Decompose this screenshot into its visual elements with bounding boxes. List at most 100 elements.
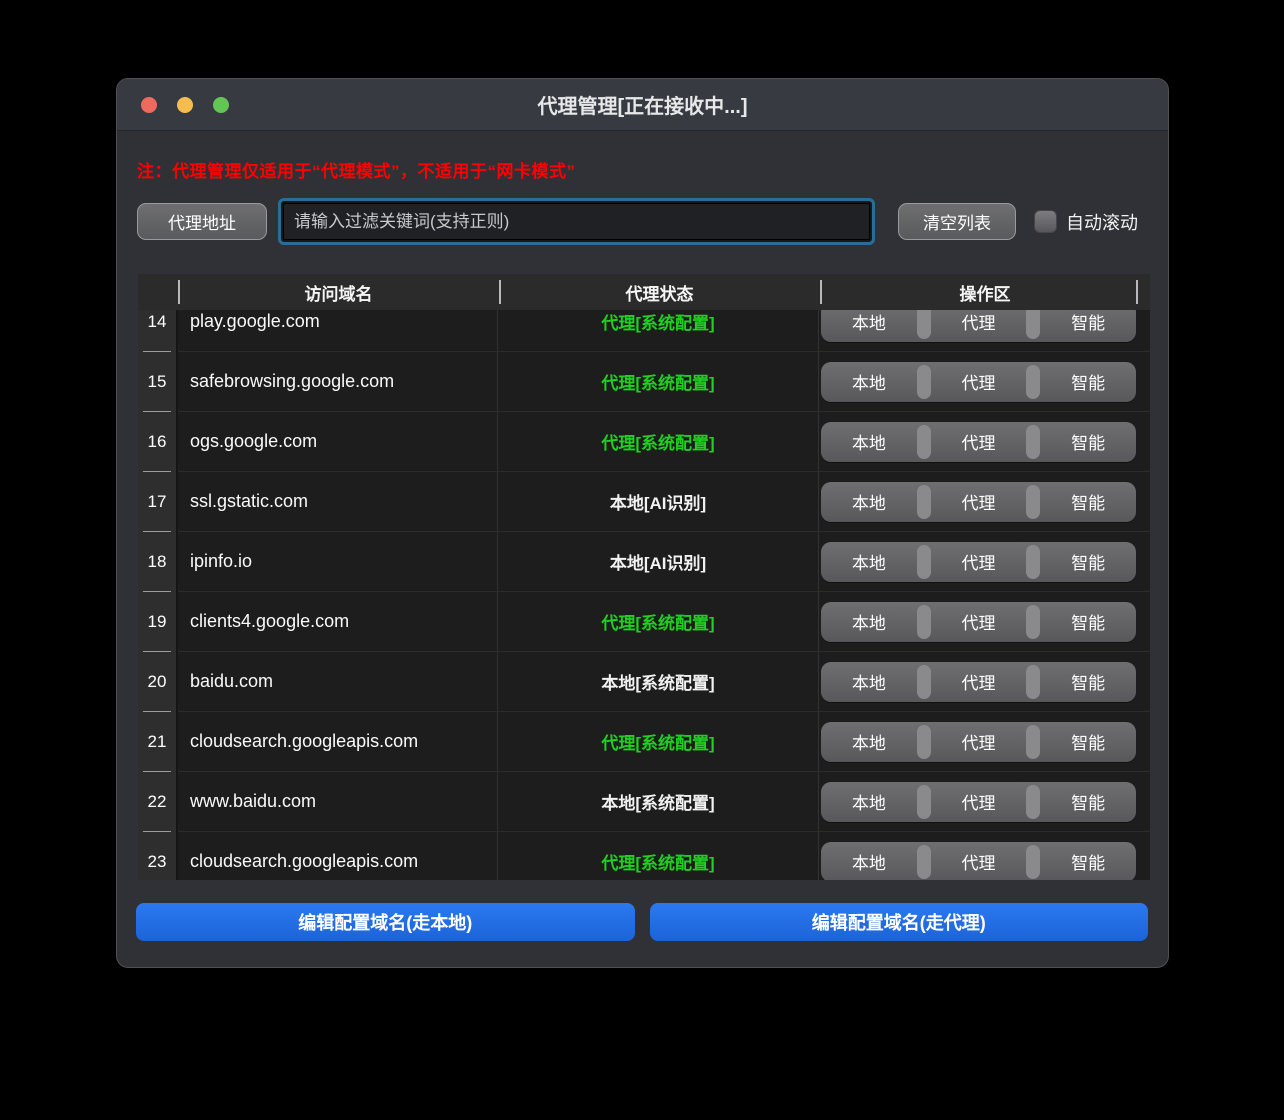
proxy-address-button[interactable]: 代理地址 bbox=[137, 203, 267, 240]
row-number: 17 bbox=[138, 472, 178, 532]
segment-divider-icon bbox=[1026, 485, 1040, 519]
proxy-status-cell: 代理[系统配置] bbox=[497, 412, 818, 472]
mode-proxy-button[interactable]: 代理 bbox=[931, 842, 1027, 881]
segment-divider-icon bbox=[1026, 365, 1040, 399]
mode-proxy-button[interactable]: 代理 bbox=[931, 542, 1027, 582]
traffic-lights bbox=[141, 97, 229, 113]
edit-local-domains-button[interactable]: 编辑配置域名(走本地) bbox=[136, 903, 635, 941]
mode-local-button[interactable]: 本地 bbox=[821, 602, 917, 642]
segment-divider-icon bbox=[917, 425, 931, 459]
row-number: 16 bbox=[138, 412, 178, 472]
table-scroll-viewport[interactable]: 14 play.google.com 代理[系统配置] 本地 代理 智能 15 … bbox=[138, 310, 1150, 880]
proxy-status-cell: 本地[AI识别] bbox=[497, 472, 818, 532]
header-divider bbox=[820, 280, 822, 304]
title-bar[interactable]: 代理管理[正在接收中...] bbox=[117, 79, 1168, 131]
mode-local-button[interactable]: 本地 bbox=[821, 662, 917, 702]
segment-divider-icon bbox=[1026, 845, 1040, 879]
mode-proxy-button[interactable]: 代理 bbox=[931, 362, 1027, 402]
segment-divider-icon bbox=[1026, 605, 1040, 639]
proxy-status-cell: 代理[系统配置] bbox=[497, 352, 818, 412]
table-row: 19 clients4.google.com 代理[系统配置] 本地 代理 智能 bbox=[138, 592, 1150, 652]
header-divider bbox=[499, 280, 501, 304]
segment-divider-icon bbox=[917, 725, 931, 759]
segment-divider-icon bbox=[1026, 665, 1040, 699]
mode-local-button[interactable]: 本地 bbox=[821, 782, 917, 822]
proxy-status-cell: 本地[系统配置] bbox=[497, 772, 818, 832]
bottom-actions: 编辑配置域名(走本地) 编辑配置域名(走代理) bbox=[136, 903, 1148, 941]
header-divider bbox=[1136, 280, 1138, 304]
mode-smart-button[interactable]: 智能 bbox=[1040, 722, 1136, 762]
mode-smart-button[interactable]: 智能 bbox=[1040, 662, 1136, 702]
proxy-status-cell: 代理[系统配置] bbox=[497, 712, 818, 772]
mode-smart-button[interactable]: 智能 bbox=[1040, 782, 1136, 822]
autoscroll-checkbox[interactable] bbox=[1034, 210, 1057, 233]
segment-divider-icon bbox=[1026, 785, 1040, 819]
edit-proxy-domains-button[interactable]: 编辑配置域名(走代理) bbox=[650, 903, 1149, 941]
mode-smart-button[interactable]: 智能 bbox=[1040, 602, 1136, 642]
segment-divider-icon bbox=[917, 545, 931, 579]
header-row-number bbox=[138, 274, 178, 310]
mode-proxy-button[interactable]: 代理 bbox=[931, 482, 1027, 522]
mode-smart-button[interactable]: 智能 bbox=[1040, 542, 1136, 582]
mode-segmented-control: 本地 代理 智能 bbox=[821, 662, 1136, 702]
proxy-status-cell: 代理[系统配置] bbox=[497, 832, 818, 880]
domain-cell: cloudsearch.googleapis.com bbox=[178, 712, 497, 772]
table-row: 17 ssl.gstatic.com 本地[AI识别] 本地 代理 智能 bbox=[138, 472, 1150, 532]
mode-segmented-control: 本地 代理 智能 bbox=[821, 602, 1136, 642]
table-row: 22 www.baidu.com 本地[系统配置] 本地 代理 智能 bbox=[138, 772, 1150, 832]
header-proxy-status: 代理状态 bbox=[499, 274, 820, 310]
filter-keyword-input[interactable] bbox=[283, 203, 870, 240]
clear-list-button[interactable]: 清空列表 bbox=[898, 203, 1016, 240]
domain-cell: www.baidu.com bbox=[178, 772, 497, 832]
mode-local-button[interactable]: 本地 bbox=[821, 842, 917, 881]
table-row: 21 cloudsearch.googleapis.com 代理[系统配置] 本… bbox=[138, 712, 1150, 772]
row-number: 23 bbox=[138, 832, 178, 880]
segment-divider-icon bbox=[917, 365, 931, 399]
minimize-button[interactable] bbox=[177, 97, 193, 113]
proxy-status-cell: 本地[AI识别] bbox=[497, 532, 818, 592]
mode-local-button[interactable]: 本地 bbox=[821, 482, 917, 522]
zoom-button[interactable] bbox=[213, 97, 229, 113]
autoscroll-label: 自动滚动 bbox=[1066, 209, 1138, 235]
mode-local-button[interactable]: 本地 bbox=[821, 542, 917, 582]
mode-proxy-button[interactable]: 代理 bbox=[931, 602, 1027, 642]
mode-smart-button[interactable]: 智能 bbox=[1040, 310, 1136, 342]
proxy-status-cell: 代理[系统配置] bbox=[497, 310, 818, 352]
mode-proxy-button[interactable]: 代理 bbox=[931, 310, 1027, 342]
close-button[interactable] bbox=[141, 97, 157, 113]
domain-cell: play.google.com bbox=[178, 310, 497, 352]
mode-proxy-button[interactable]: 代理 bbox=[931, 722, 1027, 762]
header-domain: 访问域名 bbox=[178, 274, 499, 310]
mode-proxy-button[interactable]: 代理 bbox=[931, 782, 1027, 822]
mode-smart-button[interactable]: 智能 bbox=[1040, 842, 1136, 881]
mode-proxy-button[interactable]: 代理 bbox=[931, 662, 1027, 702]
proxy-status-cell: 代理[系统配置] bbox=[497, 592, 818, 652]
mode-local-button[interactable]: 本地 bbox=[821, 722, 917, 762]
table-row: 20 baidu.com 本地[系统配置] 本地 代理 智能 bbox=[138, 652, 1150, 712]
row-number: 15 bbox=[138, 352, 178, 412]
mode-smart-button[interactable]: 智能 bbox=[1040, 482, 1136, 522]
proxy-status-cell: 本地[系统配置] bbox=[497, 652, 818, 712]
operations-cell: 本地 代理 智能 bbox=[818, 310, 1150, 352]
header-divider bbox=[178, 280, 180, 304]
operations-cell: 本地 代理 智能 bbox=[818, 712, 1150, 772]
mode-local-button[interactable]: 本地 bbox=[821, 422, 917, 462]
mode-local-button[interactable]: 本地 bbox=[821, 362, 917, 402]
mode-segmented-control: 本地 代理 智能 bbox=[821, 310, 1136, 342]
row-number: 19 bbox=[138, 592, 178, 652]
domain-cell: ssl.gstatic.com bbox=[178, 472, 497, 532]
mode-segmented-control: 本地 代理 智能 bbox=[821, 362, 1136, 402]
mode-segmented-control: 本地 代理 智能 bbox=[821, 782, 1136, 822]
row-number: 18 bbox=[138, 532, 178, 592]
filter-input-focus-ring bbox=[278, 198, 875, 245]
mode-smart-button[interactable]: 智能 bbox=[1040, 362, 1136, 402]
segment-divider-icon bbox=[1026, 310, 1040, 339]
mode-smart-button[interactable]: 智能 bbox=[1040, 422, 1136, 462]
mode-local-button[interactable]: 本地 bbox=[821, 310, 917, 342]
segment-divider-icon bbox=[917, 310, 931, 339]
domain-cell: clients4.google.com bbox=[178, 592, 497, 652]
mode-segmented-control: 本地 代理 智能 bbox=[821, 842, 1136, 881]
proxy-manager-window: 代理管理[正在接收中...] 注：代理管理仅适用于“代理模式”，不适用于“网卡模… bbox=[116, 78, 1169, 968]
mode-segmented-control: 本地 代理 智能 bbox=[821, 422, 1136, 462]
mode-proxy-button[interactable]: 代理 bbox=[931, 422, 1027, 462]
